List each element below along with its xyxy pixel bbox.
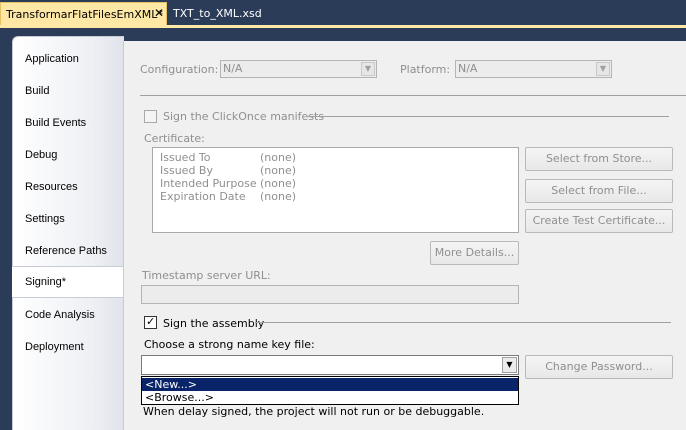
select-from-file-button[interactable]: Select from File... xyxy=(525,179,673,203)
certificate-label: Certificate: xyxy=(144,132,205,145)
chevron-down-icon: ▼ xyxy=(361,62,375,76)
key-file-dropdown-list: <New...> <Browse...> xyxy=(141,376,519,405)
divider xyxy=(255,322,671,323)
clickonce-checkbox[interactable] xyxy=(144,110,157,123)
sidebar-item-settings[interactable]: Settings xyxy=(25,209,65,229)
configuration-value: N/A xyxy=(223,62,243,75)
timestamp-url-input[interactable] xyxy=(141,285,519,304)
cert-field-name: Intended Purpose xyxy=(160,177,257,190)
sidebar-item-signing[interactable]: Signing* xyxy=(12,266,124,298)
dropdown-option-browse[interactable]: <Browse...> xyxy=(142,391,518,404)
sidebar-item-deployment[interactable]: Deployment xyxy=(25,337,84,357)
delay-sign-note: When delay signed, the project will not … xyxy=(143,405,485,418)
cert-field-name: Issued By xyxy=(160,164,213,177)
select-from-store-button[interactable]: Select from Store... xyxy=(525,147,673,171)
sidebar-item-reference-paths[interactable]: Reference Paths xyxy=(25,241,107,261)
timestamp-label: Timestamp server URL: xyxy=(142,269,271,282)
platform-value: N/A xyxy=(458,62,478,75)
property-sidebar: Application Build Build Events Debug Res… xyxy=(12,36,124,430)
divider xyxy=(140,95,686,96)
cert-field-value: (none) xyxy=(260,190,297,203)
tab-txt-to-xml-xsd[interactable]: TXT_to_XML.xsd xyxy=(168,2,268,25)
cert-field-value: (none) xyxy=(260,164,297,177)
cert-field-value: (none) xyxy=(260,177,297,190)
chevron-down-icon: ▼ xyxy=(596,62,610,76)
key-file-label: Choose a strong name key file: xyxy=(144,338,315,351)
divider xyxy=(308,116,669,117)
cert-field-name: Expiration Date xyxy=(160,190,246,203)
clickonce-label: Sign the ClickOnce manifests xyxy=(163,110,325,123)
dropdown-option-new[interactable]: <New...> xyxy=(142,378,518,391)
configuration-label: Configuration: xyxy=(140,63,219,76)
platform-label: Platform: xyxy=(400,63,451,76)
change-password-button[interactable]: Change Password... xyxy=(525,355,673,379)
sidebar-item-code-analysis[interactable]: Code Analysis xyxy=(25,305,95,325)
tab-transformar-project[interactable]: TransformarFlatFilesEmXML* ✕ xyxy=(0,2,167,25)
close-icon[interactable]: ✕ xyxy=(153,7,165,19)
sign-assembly-label: Sign the assembly xyxy=(163,317,265,330)
chevron-down-icon[interactable]: ▼ xyxy=(502,357,517,373)
create-test-certificate-button[interactable]: Create Test Certificate... xyxy=(525,209,673,233)
tab-label: TransformarFlatFilesEmXML* xyxy=(6,7,163,21)
tab-label: TXT_to_XML.xsd xyxy=(173,7,262,20)
tab-underline xyxy=(0,25,686,28)
cert-field-name: Issued To xyxy=(160,151,211,164)
sidebar-item-build[interactable]: Build xyxy=(25,81,49,101)
certificate-details: Issued To (none) Issued By (none) Intend… xyxy=(152,147,519,233)
sidebar-item-resources[interactable]: Resources xyxy=(25,177,78,197)
document-tab-strip: TransformarFlatFilesEmXML* ✕ TXT_to_XML.… xyxy=(0,0,686,28)
checkmark-icon: ✓ xyxy=(146,315,156,328)
platform-select[interactable]: N/A ▼ xyxy=(455,60,612,78)
sign-assembly-checkbox[interactable]: ✓ xyxy=(144,315,157,329)
sidebar-item-application[interactable]: Application xyxy=(25,49,79,69)
sidebar-item-build-events[interactable]: Build Events xyxy=(25,113,86,133)
more-details-button[interactable]: More Details... xyxy=(430,241,519,265)
configuration-select[interactable]: N/A ▼ xyxy=(220,60,377,78)
cert-field-value: (none) xyxy=(260,151,297,164)
signing-page: Configuration: N/A ▼ Platform: N/A ▼ Sig… xyxy=(123,41,686,430)
sidebar-item-debug[interactable]: Debug xyxy=(25,145,57,165)
key-file-select[interactable]: ▼ xyxy=(141,355,519,375)
